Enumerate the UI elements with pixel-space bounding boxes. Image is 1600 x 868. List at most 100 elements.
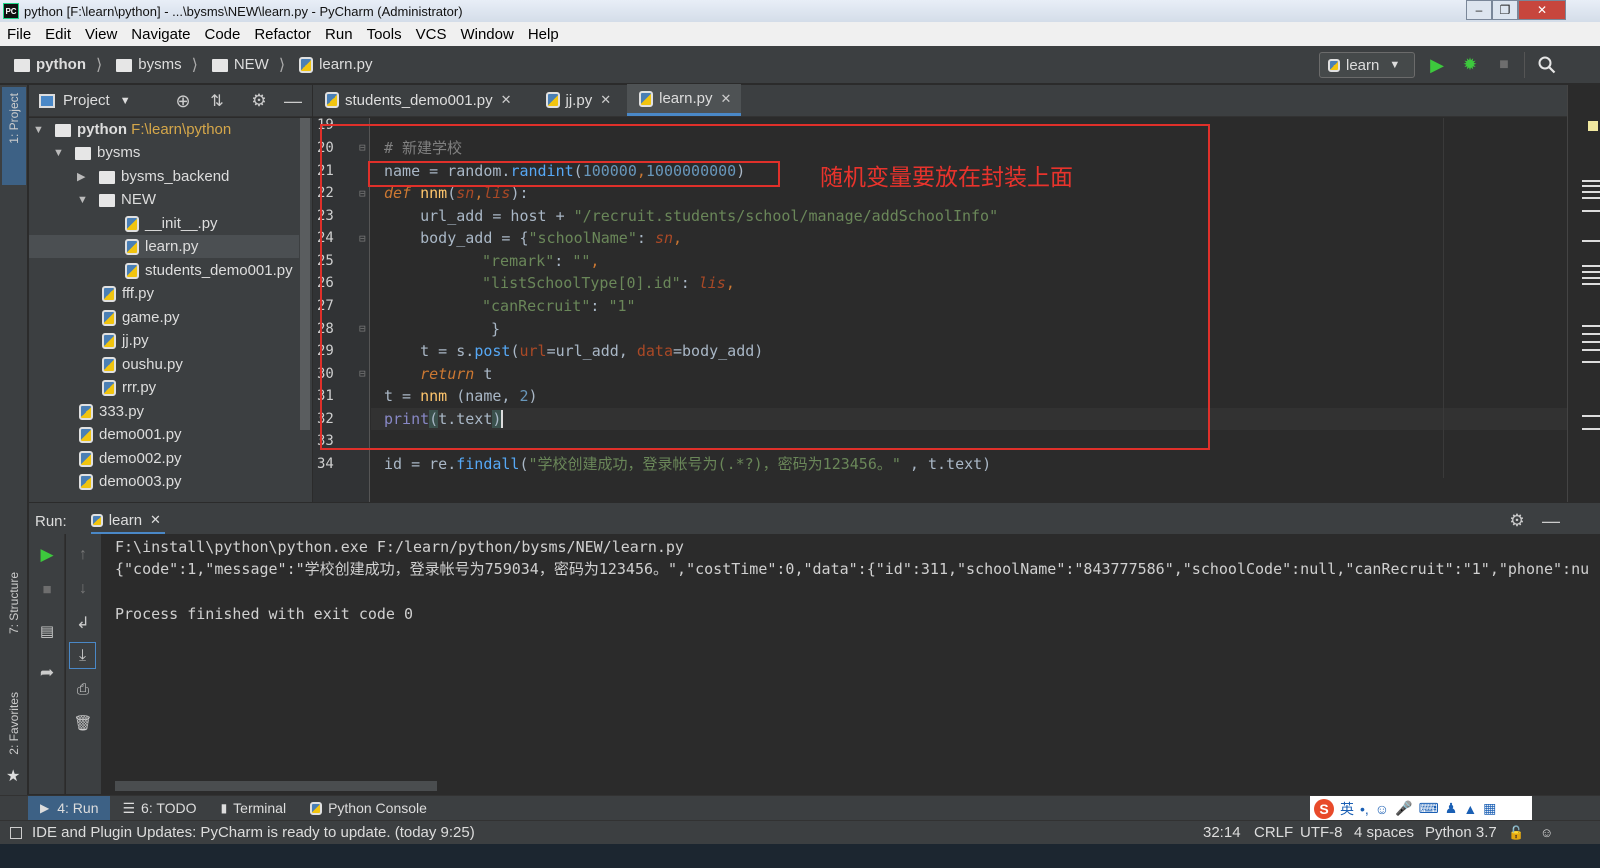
menu-refactor[interactable]: Refactor [247,26,318,43]
close-tab-icon[interactable]: ✕ [501,92,512,108]
debug-icon[interactable]: ✹ [1459,55,1481,75]
microphone-icon[interactable]: 🎤 [1395,800,1412,817]
marker[interactable] [1582,349,1600,351]
tool-tab-python-console[interactable]: Python Console [298,796,439,821]
fold-marker-icon[interactable]: ⊟ [359,232,366,245]
gear-icon[interactable]: ⚙ [249,91,269,111]
emoji-icon[interactable]: ☺ [1375,801,1389,817]
print-icon[interactable]: ⎙ [72,678,94,700]
tree-item-fff-py[interactable]: fff.py [102,282,154,305]
collapse-all-icon[interactable]: ⇅ [207,91,227,111]
tree-item-init-py[interactable]: __init__.py [125,212,218,235]
fold-marker-icon[interactable]: ⊟ [359,141,366,154]
marker[interactable] [1582,325,1600,327]
tree-item-new[interactable]: ▼ NEW [77,188,156,211]
tool-window-structure[interactable]: 7: Structure [2,570,26,665]
marker[interactable] [1582,240,1600,242]
search-everywhere-icon[interactable] [1535,54,1559,76]
keyboard-icon[interactable]: ⌨ [1419,800,1439,817]
marker[interactable] [1582,415,1600,417]
trash-icon[interactable]: 🗑 [72,712,94,734]
fold-marker-icon[interactable]: ⊟ [359,367,366,380]
inspection-status-icon[interactable] [1588,121,1598,131]
stop-icon[interactable]: ■ [1493,55,1515,75]
punctuation-icon[interactable]: •, [1360,801,1369,817]
project-view-selector[interactable]: Project [63,92,110,109]
ime-toolbar[interactable]: S 英 •, ☺ 🎤 ⌨ ♟ ▲ ▦ [1310,796,1532,821]
expand-arrow-icon[interactable]: ▼ [33,124,47,136]
tool-window-project[interactable]: 1: Project [2,87,26,185]
tree-item-python[interactable]: ▼ python F:\learn\python [29,118,299,141]
restore-layout-icon[interactable]: ▤ [36,620,58,642]
rerun-icon[interactable]: ▶ [36,544,58,566]
close-window-button[interactable]: ✕ [1518,0,1566,20]
menu-help[interactable]: Help [521,26,566,43]
marker[interactable] [1582,341,1600,343]
menu-vcs[interactable]: VCS [409,26,454,43]
marker[interactable] [1582,283,1600,285]
menu-code[interactable]: Code [197,26,247,43]
menu-window[interactable]: Window [453,26,520,43]
stop-icon[interactable]: ■ [36,578,58,600]
marker[interactable] [1582,197,1600,199]
dropdown-arrow-icon[interactable]: ▼ [120,95,131,107]
line-separator[interactable]: CRLF [1254,824,1293,841]
shirt-icon[interactable]: ▲ [1463,801,1477,817]
marker[interactable] [1582,361,1600,363]
tree-item-learn-py[interactable]: learn.py [29,235,299,258]
tab-learn[interactable]: learn.py ✕ [627,84,742,116]
breadcrumb-python[interactable]: python ⟩ [14,55,102,75]
close-tab-icon[interactable]: ✕ [600,92,611,108]
expand-arrow-icon[interactable]: ▼ [77,194,91,206]
breadcrumb-bysms[interactable]: bysms ⟩ [116,55,198,75]
tree-item-jj-py[interactable]: jj.py [102,329,149,352]
caret-position[interactable]: 32:14 [1203,824,1241,841]
inspector-icon[interactable]: ☺ [1540,825,1553,840]
menu-run[interactable]: Run [318,26,360,43]
locate-icon[interactable]: ⊕ [173,91,193,111]
toggle-tool-windows-icon[interactable] [10,826,22,839]
maximize-button[interactable]: ❐ [1492,0,1518,20]
tab-jj[interactable]: jj.py ✕ [534,84,622,116]
tree-item-333-py[interactable]: 333.py [79,400,144,423]
run-console[interactable]: F:\install\python\python.exe F:/learn/py… [101,534,1600,794]
tree-item-rrr-py[interactable]: rrr.py [102,376,156,399]
indent-setting[interactable]: 4 spaces [1354,824,1414,841]
tool-tab-terminal[interactable]: ▮ Terminal [209,796,299,821]
scroll-down-icon[interactable]: ↓ [72,578,94,600]
close-tab-icon[interactable]: ✕ [720,91,731,107]
scroll-up-icon[interactable]: ↑ [72,544,94,566]
tree-item-oushu-py[interactable]: oushu.py [102,353,183,376]
status-message[interactable]: IDE and Plugin Updates: PyCharm is ready… [32,824,475,841]
code-editor[interactable]: # 新建学校 name = random.randint(100000,1000… [371,118,1567,502]
run-config-selector[interactable]: learn ▼ [1319,52,1415,78]
gear-icon[interactable]: ⚙ [1507,511,1527,531]
marker[interactable] [1582,428,1600,430]
run-tab-learn[interactable]: learn ✕ [90,508,165,534]
tree-item-game-py[interactable]: game.py [102,306,180,329]
marker[interactable] [1582,277,1600,279]
tree-item-bysms[interactable]: ▼ bysms [53,141,140,164]
project-scrollbar[interactable] [300,118,310,430]
marker[interactable] [1582,265,1600,267]
menu-edit[interactable]: Edit [38,26,78,43]
tab-students-demo001[interactable]: students_demo001.py ✕ [313,84,522,116]
lock-icon[interactable]: 🔓 [1508,825,1524,841]
soft-wrap-icon[interactable]: ↲ [72,612,94,634]
menu-file[interactable]: File [0,26,38,43]
scroll-to-end-icon[interactable]: ⤓ [69,642,96,669]
tool-tab-run[interactable]: ▶ 4: Run [28,795,111,821]
minimize-button[interactable]: – [1466,0,1492,20]
breadcrumb-new[interactable]: NEW ⟩ [211,55,285,75]
marker[interactable] [1582,180,1600,182]
file-encoding[interactable]: UTF-8 [1300,824,1343,841]
menu-navigate[interactable]: Navigate [124,26,197,43]
hide-panel-icon[interactable]: — [1541,511,1561,531]
tool-tab-todo[interactable]: ☰ 6: TODO [110,796,208,821]
user-icon[interactable]: ♟ [1445,800,1458,817]
breadcrumb-learn-py[interactable]: learn.py [299,56,372,73]
marker[interactable] [1582,271,1600,273]
fold-marker-icon[interactable]: ⊟ [359,322,366,335]
tree-item-bysms-backend[interactable]: ▶ bysms_backend [77,165,229,188]
tree-item-demo003-py[interactable]: demo003.py [79,470,182,493]
